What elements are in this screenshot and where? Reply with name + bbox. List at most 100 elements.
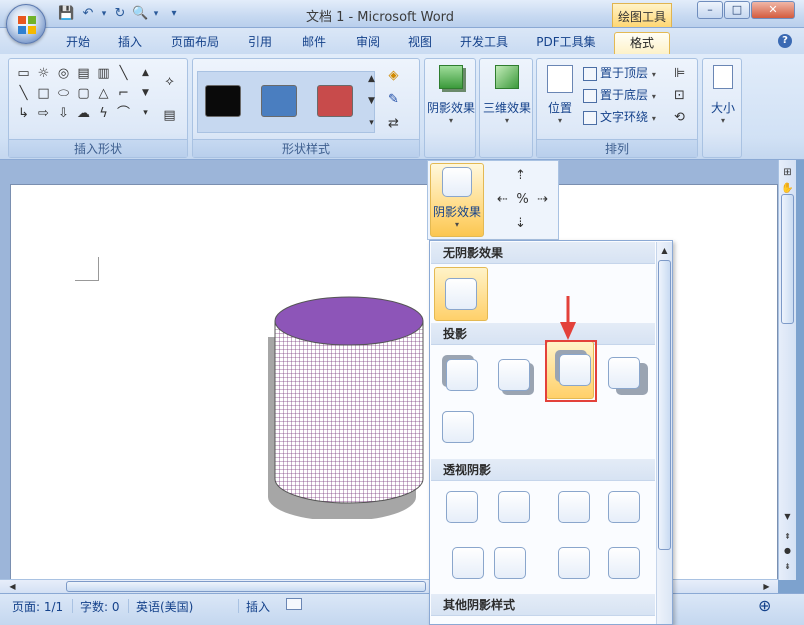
drop-shadow-option-2[interactable]	[498, 359, 530, 391]
edit-shape-icon[interactable]: ⟡	[161, 73, 178, 90]
line-diagonal-icon[interactable]: ╲	[15, 85, 32, 102]
perspective-shadow-option-5[interactable]	[452, 547, 484, 579]
down-arrow-icon[interactable]: ⇩	[55, 105, 72, 122]
right-arrow-icon[interactable]: ⇨	[35, 105, 52, 122]
perspective-shadow-option-1[interactable]	[446, 491, 478, 523]
style-swatch-black[interactable]	[205, 85, 241, 117]
shadow-active-dropdown-icon: ▾	[454, 220, 459, 229]
align-icon[interactable]: ⊫	[671, 65, 688, 82]
triangle-shape-icon[interactable]: △	[95, 85, 112, 102]
line-shape-icon[interactable]: ╲	[115, 65, 132, 82]
macro-record-icon[interactable]	[286, 598, 302, 610]
scroll-down-icon[interactable]: ▼	[779, 508, 796, 525]
elbow-arrow-icon[interactable]: ↳	[15, 105, 32, 122]
fill-color-icon[interactable]: ◈	[385, 67, 402, 84]
tab-pdf-tools[interactable]: PDF工具集	[528, 32, 604, 54]
styles-more-icon[interactable]: ▾	[363, 115, 380, 132]
close-button[interactable]: ✕	[751, 1, 795, 19]
shapes-scroll-down-icon[interactable]: ▼	[137, 85, 154, 102]
arc-shape-icon[interactable]: ⌒	[115, 105, 132, 122]
help-icon[interactable]: ?	[778, 34, 792, 48]
group-objects-icon[interactable]: ⊡	[671, 87, 688, 104]
tab-view[interactable]: 视图	[398, 32, 442, 54]
minimize-button[interactable]: –	[697, 1, 723, 19]
rounded-rect-icon[interactable]: ▢	[75, 85, 92, 102]
language-indicator[interactable]: 英语(美国)	[136, 598, 193, 615]
word-count[interactable]: 字数: 0	[80, 598, 120, 615]
shadow-effects-active-label: 阴影效果	[432, 205, 481, 219]
gallery-scrollbar[interactable]: ▲	[656, 242, 672, 624]
zoom-in-icon[interactable]: ⊕	[758, 596, 771, 615]
shapes-more-icon[interactable]: ▾	[137, 105, 154, 122]
perspective-shadow-option-7[interactable]	[558, 547, 590, 579]
tab-home[interactable]: 开始	[56, 32, 100, 54]
tab-format[interactable]: 格式	[614, 32, 670, 54]
shapes-scroll-up-icon[interactable]: ▲	[137, 65, 154, 82]
circle-shape-icon[interactable]: ◎	[55, 65, 72, 82]
nudge-left-icon[interactable]: ⇠	[494, 191, 511, 208]
styles-scroll-up-icon[interactable]: ▲	[363, 71, 380, 88]
size-button[interactable]: 大小 ▾	[705, 65, 741, 125]
vertical-textbox-icon[interactable]: ▥	[95, 65, 112, 82]
office-logo-icon	[18, 16, 36, 34]
browse-object-icon[interactable]: ●	[779, 542, 796, 559]
perspective-shadow-option-2[interactable]	[498, 491, 530, 523]
page-count[interactable]: 页面: 1/1	[12, 598, 63, 615]
vertical-scroll-thumb[interactable]	[781, 194, 794, 324]
gallery-scroll-thumb[interactable]	[658, 260, 671, 550]
bring-to-front-button[interactable]: 置于顶层 ▾	[583, 63, 656, 83]
shadow-effects-button[interactable]: 阴影效果 ▾	[427, 65, 475, 125]
next-page-icon[interactable]: ⇟	[779, 558, 796, 575]
perspective-shadow-option-4[interactable]	[608, 491, 640, 523]
tab-insert[interactable]: 插入	[108, 32, 152, 54]
horizontal-scroll-thumb[interactable]	[66, 581, 426, 592]
oval-shape-icon[interactable]: ⬭	[55, 85, 72, 102]
cylinder-shape[interactable]	[267, 289, 442, 519]
drop-shadow-option-4[interactable]	[608, 357, 640, 389]
rect-shape-icon[interactable]: □	[35, 85, 52, 102]
tab-review[interactable]: 审阅	[346, 32, 390, 54]
text-box-draw-icon[interactable]: ▤	[161, 107, 178, 124]
vertical-scrollbar[interactable]: ⊞ ✋ ▼ ⇞ ● ⇟	[778, 160, 796, 580]
drop-shadow-option-5[interactable]	[442, 411, 474, 443]
change-shape-icon[interactable]: ⇄	[385, 115, 402, 132]
tab-developer[interactable]: 开发工具	[452, 32, 516, 54]
insert-mode[interactable]: 插入	[246, 598, 270, 615]
title-bar: 💾 ↶ ▾ ↻ 🔍 ▾ ▾ 文档 1 - Microsoft Word 绘图工具…	[0, 0, 804, 28]
style-swatch-red[interactable]	[317, 85, 353, 117]
no-shadow-option[interactable]	[434, 267, 488, 321]
nudge-up-icon[interactable]: ⇡	[512, 167, 529, 184]
nudge-down-icon[interactable]: ⇣	[512, 215, 529, 232]
3d-effects-button[interactable]: 三维效果 ▾	[482, 65, 532, 125]
lightning-shape-icon[interactable]: ϟ	[95, 105, 112, 122]
send-to-back-button[interactable]: 置于底层 ▾	[583, 85, 656, 105]
status-divider	[72, 599, 73, 613]
nudge-right-icon[interactable]: ⇢	[534, 191, 551, 208]
office-button[interactable]	[6, 4, 46, 44]
textbox-shape-icon[interactable]: ▤	[75, 65, 92, 82]
sun-shape-icon[interactable]: ☼	[35, 65, 52, 82]
cloud-shape-icon[interactable]: ☁	[75, 105, 92, 122]
line-color-icon[interactable]: ✎	[385, 91, 402, 108]
gallery-scroll-up-icon[interactable]: ▲	[656, 242, 673, 259]
style-swatch-blue[interactable]	[261, 85, 297, 117]
perspective-shadow-option-3[interactable]	[558, 491, 590, 523]
perspective-shadow-option-8[interactable]	[608, 547, 640, 579]
position-button[interactable]: 位置 ▾	[541, 65, 579, 125]
size-icon	[713, 65, 733, 89]
contextual-tab-group-label: 绘图工具	[612, 3, 672, 27]
rectangle-shape-icon[interactable]: ▭	[15, 65, 32, 82]
tab-page-layout[interactable]: 页面布局	[163, 32, 227, 54]
shadow-toggle-icon[interactable]: %	[514, 191, 531, 208]
maximize-button[interactable]: □	[724, 1, 750, 19]
text-wrap-button[interactable]: 文字环绕 ▾	[583, 107, 656, 127]
tab-mailings[interactable]: 邮件	[292, 32, 336, 54]
perspective-shadow-option-6[interactable]	[494, 547, 526, 579]
ruler-toggle-icon[interactable]: ⊞	[779, 164, 796, 181]
styles-scroll-down-icon[interactable]: ▼	[363, 93, 380, 110]
drop-shadow-option-1[interactable]	[446, 359, 478, 391]
rotate-icon[interactable]: ⟲	[671, 109, 688, 126]
elbow-connector-icon[interactable]: ⌐	[115, 85, 132, 102]
tab-references[interactable]: 引用	[238, 32, 282, 54]
shadow-effects-active-button[interactable]: 阴影效果 ▾	[430, 163, 484, 237]
